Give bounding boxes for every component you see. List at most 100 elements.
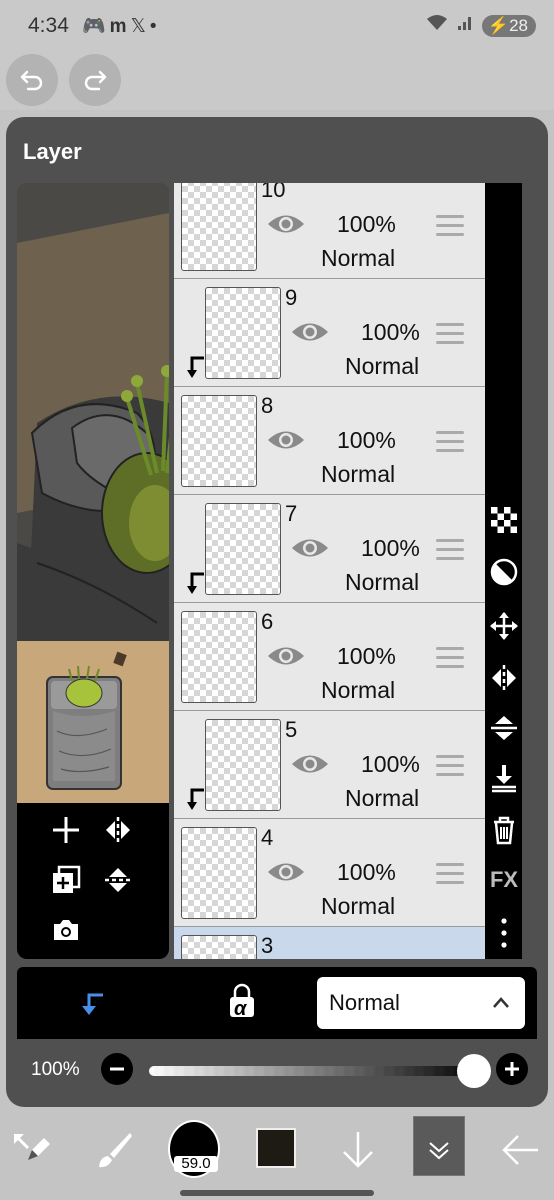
more-button[interactable] bbox=[489, 917, 519, 957]
clipping-arrow-icon bbox=[82, 993, 103, 1015]
back-button[interactable] bbox=[500, 1130, 540, 1194]
layer-thumbnail[interactable] bbox=[181, 183, 257, 271]
layer-thumbnail[interactable] bbox=[205, 719, 281, 811]
visibility-eye-icon[interactable] bbox=[266, 427, 306, 453]
plus-icon bbox=[53, 817, 79, 843]
transparency-checker-icon bbox=[491, 507, 517, 533]
layer-number: 4 bbox=[261, 825, 274, 850]
drag-handle-icon[interactable] bbox=[436, 539, 464, 566]
opacity-slider-track[interactable] bbox=[149, 1066, 467, 1076]
alpha-lock-button[interactable]: α bbox=[227, 983, 257, 1024]
layer-blend-mode: Normal bbox=[321, 461, 396, 487]
layer-row[interactable]: 5 100% Normal bbox=[174, 711, 485, 819]
chevron-up-icon bbox=[493, 997, 509, 1008]
arrow-down-icon bbox=[343, 1132, 373, 1168]
x-icon: 𝕏 bbox=[130, 16, 150, 37]
duplicate-icon bbox=[53, 865, 81, 893]
layer-number: 6 bbox=[261, 609, 274, 634]
layer-row[interactable]: 4 100% Normal bbox=[174, 819, 485, 927]
visibility-eye-icon[interactable] bbox=[266, 211, 306, 237]
undo-button[interactable] bbox=[6, 54, 58, 106]
flip-vertical-button[interactable] bbox=[489, 713, 519, 749]
layer-row[interactable]: 3100%Normal bbox=[174, 927, 485, 959]
opacity-increase-button[interactable] bbox=[496, 1053, 528, 1085]
layer-row[interactable]: 8 100% Normal bbox=[174, 387, 485, 495]
delete-layer-button[interactable] bbox=[489, 815, 519, 851]
flip-layer-horizontal-button[interactable] bbox=[103, 815, 133, 850]
camera-button[interactable] bbox=[51, 917, 81, 948]
visibility-eye-icon[interactable] bbox=[266, 859, 306, 885]
redo-icon bbox=[84, 70, 107, 91]
signal-icon bbox=[456, 14, 474, 37]
add-layer-button[interactable] bbox=[51, 815, 81, 850]
visibility-eye-icon[interactable] bbox=[266, 643, 306, 669]
layer-side-toolbar: FX bbox=[485, 183, 522, 959]
drag-handle-icon[interactable] bbox=[436, 755, 464, 782]
layer-number: 5 bbox=[285, 717, 298, 742]
preview-artwork[interactable] bbox=[17, 183, 169, 641]
layer-thumbnail[interactable] bbox=[205, 287, 281, 379]
layer-thumbnail[interactable] bbox=[181, 395, 257, 487]
layer-panel-button[interactable] bbox=[413, 1116, 465, 1176]
discord-icon: 🎮 bbox=[82, 16, 110, 37]
opacity-label: 100% bbox=[31, 1059, 80, 1080]
drag-handle-icon[interactable] bbox=[436, 215, 464, 242]
import-button[interactable] bbox=[340, 1130, 376, 1194]
drag-handle-icon[interactable] bbox=[436, 647, 464, 674]
layer-opacity: 100% bbox=[361, 751, 420, 777]
redo-button[interactable] bbox=[69, 54, 121, 106]
layer-thumbnail[interactable] bbox=[181, 827, 257, 919]
transform-icon bbox=[14, 1134, 50, 1160]
layer-thumbnail[interactable] bbox=[181, 935, 257, 959]
layer-blend-mode: Normal bbox=[321, 245, 396, 271]
undo-icon bbox=[20, 70, 43, 91]
blend-mode-value: Normal bbox=[329, 990, 400, 1015]
layer-row[interactable]: 10 100% Normal bbox=[174, 183, 485, 279]
transparency-checker-button[interactable] bbox=[489, 505, 519, 541]
duplicate-layer-button[interactable] bbox=[51, 865, 81, 900]
layer-blend-mode: Normal bbox=[345, 785, 420, 811]
panel-title: Layer bbox=[23, 139, 82, 164]
flip-layer-vertical-button[interactable] bbox=[103, 865, 133, 900]
clipping-button[interactable] bbox=[77, 989, 107, 1024]
layer-list[interactable]: 10 100% Normal 9 100% Normal 8 100% Normal 7 100% N… bbox=[174, 183, 485, 959]
flip-horizontal-icon bbox=[492, 665, 516, 691]
camera-icon bbox=[54, 920, 78, 940]
opacity-decrease-button[interactable] bbox=[101, 1053, 133, 1085]
blend-mode-select[interactable]: Normal bbox=[317, 977, 525, 1029]
layer-thumbnail[interactable] bbox=[181, 611, 257, 703]
invert-button[interactable] bbox=[489, 557, 519, 593]
notification-icons: 🎮m𝕏• bbox=[82, 14, 161, 38]
opacity-slider-thumb[interactable] bbox=[457, 1054, 491, 1088]
brush-size-button[interactable]: 59.0 bbox=[168, 1120, 220, 1178]
layer-row[interactable]: 7 100% Normal bbox=[174, 495, 485, 603]
clipping-indicator-icon bbox=[187, 788, 204, 810]
layer-row[interactable]: 6 100% Normal bbox=[174, 603, 485, 711]
drag-handle-icon[interactable] bbox=[436, 863, 464, 890]
canvas-thumbnail[interactable] bbox=[17, 641, 169, 803]
merge-down-button[interactable] bbox=[489, 763, 519, 799]
layer-opacity: 100% bbox=[337, 643, 396, 669]
battery-level: 28 bbox=[509, 15, 528, 35]
fx-button[interactable]: FX bbox=[489, 867, 519, 893]
clipping-indicator-icon bbox=[187, 356, 204, 378]
flip-vertical-icon bbox=[105, 868, 131, 892]
move-button[interactable] bbox=[489, 611, 519, 647]
layer-opacity: 100% bbox=[361, 319, 420, 345]
trash-icon bbox=[494, 816, 514, 845]
visibility-eye-icon[interactable] bbox=[290, 535, 330, 561]
transform-button[interactable] bbox=[10, 1130, 52, 1194]
flip-vertical-icon bbox=[491, 716, 517, 740]
layer-thumbnail[interactable] bbox=[205, 503, 281, 595]
layer-row[interactable]: 9 100% Normal bbox=[174, 279, 485, 387]
visibility-eye-icon[interactable] bbox=[290, 751, 330, 777]
flip-horizontal-button[interactable] bbox=[489, 663, 519, 699]
visibility-eye-icon[interactable] bbox=[290, 319, 330, 345]
chevron-double-down-icon bbox=[429, 1142, 449, 1160]
opacity-row: 100% bbox=[17, 1039, 537, 1101]
drag-handle-icon[interactable] bbox=[436, 323, 464, 350]
drag-handle-icon[interactable] bbox=[436, 431, 464, 458]
color-swatch[interactable] bbox=[256, 1128, 296, 1168]
merge-down-icon bbox=[492, 765, 516, 793]
brush-button[interactable] bbox=[94, 1130, 134, 1194]
